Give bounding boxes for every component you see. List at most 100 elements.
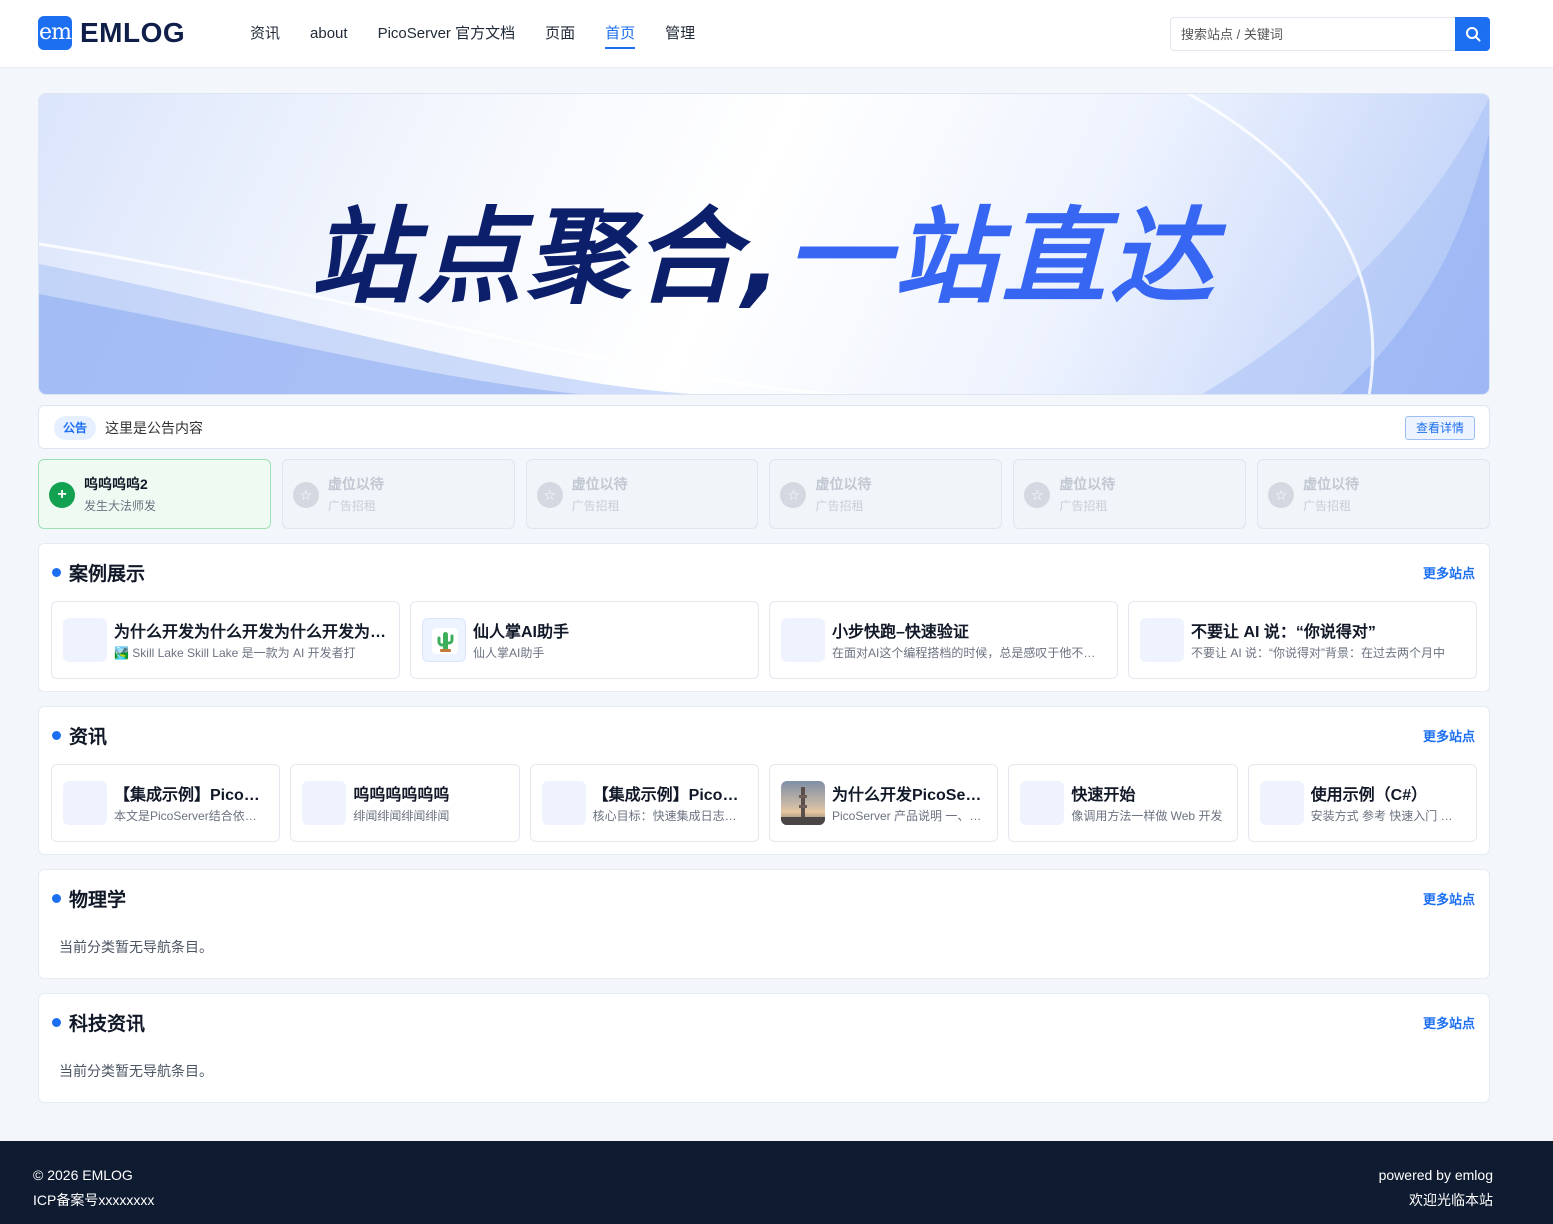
page-footer: © 2026 EMLOG ICP备案号xxxxxxxx powered by e… [0,1141,1553,1224]
empty-state-text: 当前分类暂无导航条目。 [59,1063,213,1079]
site-card[interactable]: 为什么开发PicoServer PicoServer 产品说明 一、背景 [768,764,999,842]
site-card[interactable]: 快速开始 像调用方法一样做 Web 开发 [1008,764,1238,842]
nav-item-home[interactable]: 首页 [605,0,636,68]
ad-slot[interactable]: ☆ 虚位以待 广告招租 [525,459,759,529]
logo-mark: em [38,16,72,50]
ad-title: 虚位以待 [1059,476,1116,492]
card-description: 仙人掌AI助手 [473,646,545,660]
more-sites-link[interactable]: 更多站点 [1423,726,1475,745]
copyright-text: © 2026 EMLOG [33,1167,133,1183]
section-title: 案例展示 [69,564,146,585]
ad-title: 呜呜呜呜2 [84,476,148,492]
ad-title: 虚位以待 [571,476,628,492]
star-icon: ☆ [1268,482,1295,508]
section-dot [52,894,61,903]
card-thumbnail [1140,618,1184,662]
search-icon [1465,27,1480,42]
more-sites-link[interactable]: 更多站点 [1423,889,1475,908]
more-sites-link[interactable]: 更多站点 [1423,1013,1475,1032]
section-title: 资讯 [69,727,108,748]
ad-slot[interactable]: ☆ 虚位以待 广告招租 [1013,459,1247,529]
site-card[interactable]: 仙人掌AI助手 仙人掌AI助手 [410,601,759,679]
section-showcase: 案例展示 更多站点 为什么开发为什么开发为什么开发为什么开发 🏞️ Skill … [38,543,1490,692]
card-thumbnail [63,781,107,825]
ad-subtitle: 广告招租 [327,499,376,513]
card-list: 为什么开发为什么开发为什么开发为什么开发 🏞️ Skill Lake Skill… [51,601,1477,679]
banner-title-part2: 一站直达 [785,196,1218,318]
ad-slot[interactable]: + 呜呜呜呜2 发生大法师发 [38,459,271,529]
section-dot [52,568,61,577]
card-title: 【集成示例】PicoServer [114,787,267,804]
empty-state-text: 当前分类暂无导航条目。 [59,939,213,955]
card-description: 像调用方法一样做 Web 开发 [1071,809,1223,823]
icp-link[interactable]: ICP备案号xxxxxxxx [33,1190,154,1210]
card-list: 【集成示例】PicoServer 本文是PicoServer结合依赖注入 呜呜呜… [51,764,1477,842]
card-description: 本文是PicoServer结合依赖注入 [114,809,268,823]
ad-subtitle: 广告招租 [815,499,864,513]
ad-slots: + 呜呜呜呜2 发生大法师发 ☆ 虚位以待 广告招租 ☆ 虚位以待 广告招租 ☆… [38,459,1490,529]
card-thumbnail [302,781,347,825]
star-icon: ☆ [536,482,563,508]
hero-banner: 站点聚合,一站直达 [38,93,1490,395]
ad-subtitle: 广告招租 [1303,499,1352,513]
card-title: 小步快跑–快速验证 [832,624,969,641]
ad-slot[interactable]: ☆ 虚位以待 广告招租 [1257,459,1490,529]
section-dot [52,1018,61,1027]
search-button[interactable] [1455,17,1490,51]
section-news: 资讯 更多站点 【集成示例】PicoServer 本文是PicoServer结合… [38,706,1490,855]
card-description: 在面对AI这个编程搭档的时候，总是感叹于他不知疲倦 [832,646,1105,660]
tower-photo [780,781,825,825]
ad-subtitle: 发生大法师发 [84,499,157,513]
card-description: 不要让 AI 说：“你说得对”背景：在过去两个月中 [1191,646,1445,660]
card-title: 不要让 AI 说：“你说得对” [1191,624,1376,641]
ad-title: 虚位以待 [327,476,384,492]
welcome-text: 欢迎光临本站 [1409,1192,1493,1208]
card-thumbnail [541,781,586,825]
card-title: 使用示例（C#） [1310,787,1428,804]
card-description: PicoServer 产品说明 一、背景 [831,809,986,823]
site-card[interactable]: 不要让 AI 说：“你说得对” 不要让 AI 说：“你说得对”背景：在过去两个月… [1128,601,1477,679]
more-sites-link[interactable]: 更多站点 [1423,563,1475,582]
announcement-bar: 公告 这里是公告内容 查看详情 [38,405,1490,449]
site-card[interactable]: 为什么开发为什么开发为什么开发为什么开发 🏞️ Skill Lake Skill… [51,601,400,679]
site-card[interactable]: 使用示例（C#） 安装方式 参考 快速入门 教程 [1247,764,1477,842]
search-input[interactable] [1170,17,1455,51]
section-physics: 物理学 更多站点 当前分类暂无导航条目。 [38,869,1490,979]
banner-title-part1: 站点聚合, [310,196,786,318]
site-card[interactable]: 小步快跑–快速验证 在面对AI这个编程搭档的时候，总是感叹于他不知疲倦 [769,601,1118,679]
site-card[interactable]: 【集成示例】PicoServer 本文是PicoServer结合依赖注入 [51,764,281,842]
powered-by-text[interactable]: powered by emlog [1379,1167,1493,1183]
card-description: 绯闻绯闻绯闻绯闻 [353,809,450,823]
nav-item-picoserver-docs[interactable]: PicoServer 官方文档 [378,0,516,68]
site-card[interactable]: 【集成示例】PicoServer 核心目标：快速集成日志组件 [529,764,759,842]
card-description: 安装方式 参考 快速入门 教程 [1310,809,1464,823]
nav-item-pages[interactable]: 页面 [545,0,575,68]
card-title: 仙人掌AI助手 [473,624,570,641]
plus-icon: + [49,482,75,508]
site-card[interactable]: 呜呜呜呜呜呜 绯闻绯闻绯闻绯闻 [290,764,520,842]
ad-slot[interactable]: ☆ 虚位以待 广告招租 [769,459,1003,529]
nav-item-news[interactable]: 资讯 [250,0,280,68]
view-details-button[interactable]: 查看详情 [1404,416,1475,440]
ad-slot[interactable]: ☆ 虚位以待 广告招租 [281,459,515,529]
cactus-icon [422,618,466,662]
card-title: 为什么开发为什么开发为什么开发为什么开发 [114,624,387,641]
search-box [1170,17,1490,51]
card-description: 🏞️ Skill Lake Skill Lake 是一款为 AI 开发者打 [114,646,356,660]
card-title: 呜呜呜呜呜呜 [353,787,450,804]
ad-subtitle: 广告招租 [571,499,620,513]
card-title: 为什么开发PicoServer [831,787,986,804]
nav-item-about[interactable]: about [310,0,348,68]
nav-item-admin[interactable]: 管理 [665,0,695,68]
section-tech-news: 科技资讯 更多站点 当前分类暂无导航条目。 [38,993,1490,1103]
banner-title: 站点聚合,一站直达 [39,172,1489,323]
section-title: 科技资讯 [69,1014,146,1035]
site-logo[interactable]: em EMLOG [38,16,185,50]
card-thumbnail [1259,781,1304,825]
card-thumbnail [63,618,107,662]
star-icon: ☆ [1024,482,1051,508]
ad-title: 虚位以待 [815,476,872,492]
announcement-tag: 公告 [54,416,97,440]
section-title: 物理学 [69,890,127,911]
card-thumbnail [1020,781,1065,825]
